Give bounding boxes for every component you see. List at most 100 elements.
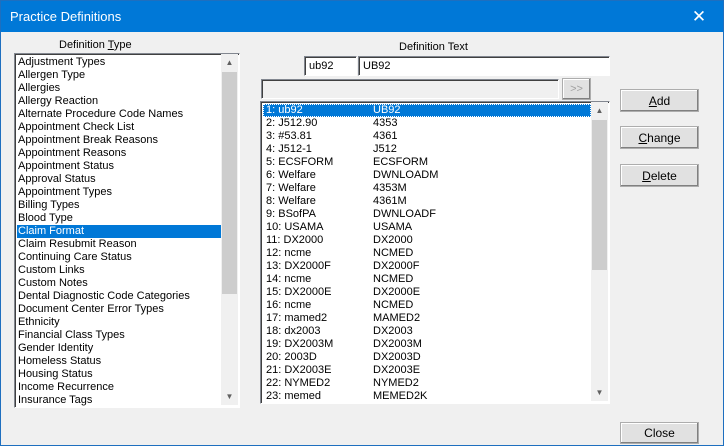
definition-value: NCMED — [373, 247, 414, 259]
definition-value: 4361M — [373, 195, 407, 207]
definition-type-item[interactable]: Billing Types — [17, 199, 221, 212]
definition-type-item[interactable]: Ethnicity — [17, 316, 221, 329]
definition-type-item[interactable]: Income Recurrence — [17, 381, 221, 394]
definition-code: 11: DX2000 — [266, 234, 324, 246]
window-title: Practice Definitions — [10, 9, 122, 24]
definition-row[interactable]: 15: DX2000E DX2000E — [263, 286, 591, 299]
definition-row[interactable]: 3: #53.81 4361 — [263, 130, 591, 143]
definition-value: MEMED2K — [373, 390, 428, 402]
definition-row[interactable]: 10: USAMA USAMA — [263, 221, 591, 234]
definition-value: DX2003D — [373, 351, 421, 363]
definition-row[interactable]: 22: NYMED2 NYMED2 — [263, 377, 591, 390]
definition-type-item[interactable]: Allergies — [17, 82, 221, 95]
definition-type-item[interactable]: Appointment Status — [17, 160, 221, 173]
move-button[interactable]: >> — [562, 78, 591, 100]
definition-type-item[interactable]: Dental Diagnostic Code Categories — [17, 290, 221, 303]
definition-value: DX2003E — [373, 364, 421, 376]
definition-row[interactable]: 5: ECSFORM ECSFORM — [263, 156, 591, 169]
close-button[interactable]: Close — [620, 422, 699, 444]
definition-code: 3: #53.81 — [266, 130, 312, 142]
definition-code: 5: ECSFORM — [266, 156, 334, 168]
definition-code-input[interactable]: ub92 — [304, 56, 357, 76]
definition-code: 9: BSofPA — [266, 208, 316, 220]
scroll-up-icon[interactable]: ▲ — [221, 54, 238, 71]
delete-button[interactable]: Delete — [620, 164, 699, 187]
definition-row[interactable]: 19: DX2003M DX2003M — [263, 338, 591, 351]
definition-type-item[interactable]: Homeless Status — [17, 355, 221, 368]
definition-type-label: Definition Type — [59, 39, 132, 51]
definition-row[interactable]: 20: 2003D DX2003D — [263, 351, 591, 364]
definition-row[interactable]: 8: Welfare 4361M — [263, 195, 591, 208]
definition-type-item[interactable]: Continuing Care Status — [17, 251, 221, 264]
definition-code: 16: ncme — [266, 299, 312, 311]
scrollbar-thumb[interactable] — [592, 120, 607, 270]
definition-row[interactable]: 11: DX2000 DX2000 — [263, 234, 591, 247]
definition-type-item[interactable]: Blood Type — [17, 212, 221, 225]
definition-text-scrollbar[interactable]: ▲ ▼ — [591, 102, 608, 401]
definition-type-item[interactable]: Custom Notes — [17, 277, 221, 290]
definition-value: 4353 — [373, 117, 398, 129]
definition-value: NCMED — [373, 273, 414, 285]
definition-row[interactable]: 17: mamed2 MAMED2 — [263, 312, 591, 325]
definition-row[interactable]: 13: DX2000F DX2000F — [263, 260, 591, 273]
definition-row[interactable]: 1: ub92 UB92 — [263, 104, 591, 117]
definition-type-item[interactable]: Appointment Types — [17, 186, 221, 199]
scroll-up-icon[interactable]: ▲ — [591, 102, 608, 119]
definition-value: ECSFORM — [373, 156, 428, 168]
definition-code: 22: NYMED2 — [266, 377, 331, 389]
definition-type-item[interactable]: Allergen Type — [17, 69, 221, 82]
definition-type-item[interactable]: Appointment Break Reasons — [17, 134, 221, 147]
definition-row[interactable]: 2: J512.90 4353 — [263, 117, 591, 130]
definition-type-scrollbar[interactable]: ▲ ▼ — [221, 54, 238, 405]
definition-row[interactable]: 16: ncme NCMED — [263, 299, 591, 312]
close-window-icon[interactable]: ✕ — [679, 3, 719, 30]
definition-row[interactable]: 18: dx2003 DX2003 — [263, 325, 591, 338]
definition-row[interactable]: 14: ncme NCMED — [263, 273, 591, 286]
definition-row[interactable]: 7: Welfare 4353M — [263, 182, 591, 195]
definition-row[interactable]: 23: memed MEMED2K — [263, 390, 591, 403]
definition-type-item[interactable]: Document Center Error Types — [17, 303, 221, 316]
definition-code: 7: Welfare — [266, 182, 316, 194]
definition-type-item[interactable]: Claim Format — [17, 225, 221, 238]
change-button[interactable]: Change — [620, 126, 699, 149]
definition-type-item[interactable]: Appointment Check List — [17, 121, 221, 134]
definition-row[interactable]: 21: DX2003E DX2003E — [263, 364, 591, 377]
definition-text-label: Definition Text — [399, 41, 468, 53]
definition-value: J512 — [373, 143, 397, 155]
definition-text-list[interactable]: ▲ ▼ 1: ub92 UB92 2: J512.90 4353 3: #53.81 43… — [260, 101, 610, 404]
definition-row[interactable]: 9: BSofPA DWNLOADF — [263, 208, 591, 221]
definition-value: DX2000F — [373, 260, 420, 272]
add-button[interactable]: Add — [620, 89, 699, 112]
definition-code: 18: dx2003 — [266, 325, 321, 337]
definition-code: 1: ub92 — [266, 104, 303, 116]
definition-value: DX2000 — [373, 234, 413, 246]
definition-code: 4: J512-1 — [266, 143, 312, 155]
definition-code: 15: DX2000E — [266, 286, 332, 298]
definition-type-item[interactable]: Approval Status — [17, 173, 221, 186]
definition-text-input[interactable]: UB92 — [358, 56, 610, 76]
definition-type-item[interactable]: Financial Class Types — [17, 329, 221, 342]
definition-row[interactable]: 6: Welfare DWNLOADM — [263, 169, 591, 182]
definition-code: 19: DX2003M — [266, 338, 334, 350]
definition-type-item[interactable]: Insurance Tags — [17, 394, 221, 407]
definition-code: 17: mamed2 — [266, 312, 328, 324]
definition-value: DX2003M — [373, 338, 422, 350]
definition-code: 23: memed — [266, 390, 322, 402]
definition-type-item[interactable]: Housing Status — [17, 368, 221, 381]
scrollbar-thumb[interactable] — [222, 72, 237, 294]
scroll-down-icon[interactable]: ▼ — [591, 384, 608, 401]
definition-value: USAMA — [373, 221, 413, 233]
definition-value: DWNLOADM — [373, 169, 439, 181]
definition-type-item[interactable]: Allergy Reaction — [17, 95, 221, 108]
definition-type-item[interactable]: Claim Resubmit Reason — [17, 238, 221, 251]
definition-row[interactable]: 4: J512-1 J512 — [263, 143, 591, 156]
definition-type-item[interactable]: Adjustment Types — [17, 56, 221, 69]
definition-type-list[interactable]: ▲ ▼ Adjustment Types Allergen Type Allergi… — [14, 53, 240, 408]
definition-type-item[interactable]: Alternate Procedure Code Names — [17, 108, 221, 121]
definition-type-item[interactable]: Gender Identity — [17, 342, 221, 355]
definition-row[interactable]: 12: ncme NCMED — [263, 247, 591, 260]
definition-code: 21: DX2003E — [266, 364, 332, 376]
scroll-down-icon[interactable]: ▼ — [221, 388, 238, 405]
definition-type-item[interactable]: Appointment Reasons — [17, 147, 221, 160]
definition-type-item[interactable]: Custom Links — [17, 264, 221, 277]
